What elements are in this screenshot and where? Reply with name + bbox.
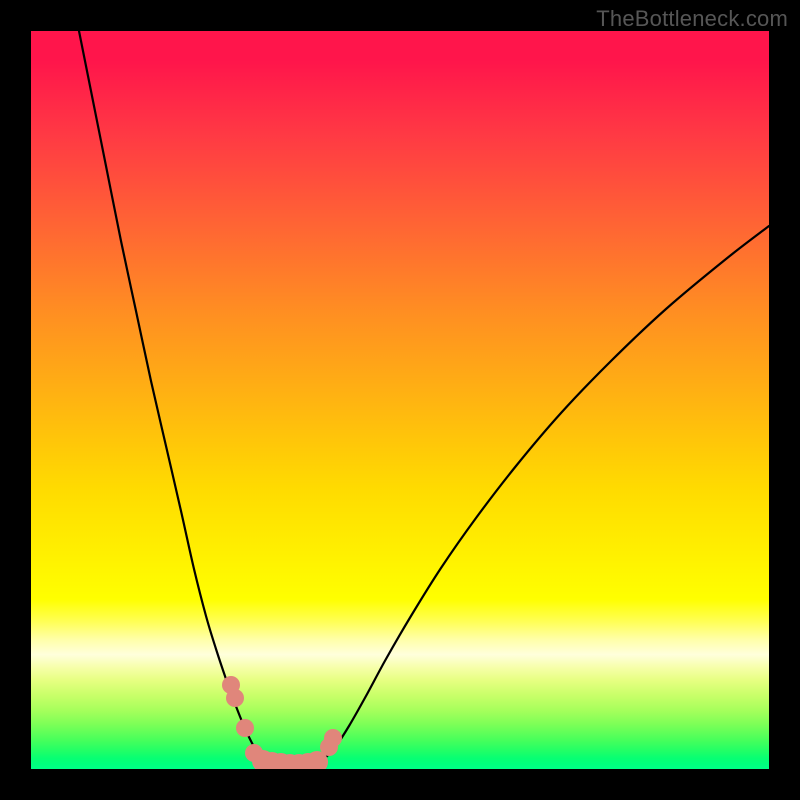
curve-layer (31, 31, 769, 769)
curve-marker (236, 719, 254, 737)
plot-area (31, 31, 769, 769)
curve-marker (324, 729, 342, 747)
right-branch-curve (296, 226, 769, 767)
left-branch-curve (79, 31, 296, 767)
watermark-text: TheBottleneck.com (596, 6, 788, 32)
marker-group (222, 676, 342, 769)
curve-marker (226, 689, 244, 707)
chart-frame: TheBottleneck.com (0, 0, 800, 800)
